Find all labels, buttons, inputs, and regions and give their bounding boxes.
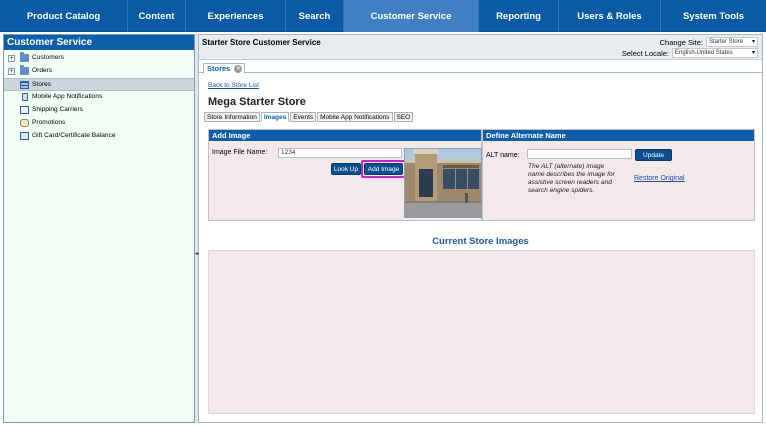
image-file-name-label: Image File Name:	[212, 149, 268, 156]
change-site-label: Change Site:	[659, 37, 703, 47]
back-to-store-list-link[interactable]: Back to Store List	[208, 82, 259, 89]
update-button[interactable]: Update	[635, 149, 672, 161]
look-up-button[interactable]: Look Up	[331, 163, 361, 175]
select-locale-select[interactable]: English-United States ▾	[672, 48, 758, 58]
alt-name-label: ALT name:	[486, 152, 520, 159]
restore-original-link[interactable]: Restore Original	[634, 175, 685, 182]
sidebar-tree: + Customers + Orders Stores Mobile App N…	[4, 50, 194, 143]
alt-help-line: The ALT (alternate) image	[528, 163, 605, 170]
change-site-select[interactable]: Starter Store ▾	[706, 37, 758, 47]
add-image-header: Add Image	[209, 130, 481, 141]
add-image-panel: Add Image Image File Name: 1234 Look Up …	[208, 129, 482, 221]
tab-mobile-app-notifications[interactable]: Mobile App Notifications	[317, 112, 393, 122]
tab-seo[interactable]: SEO	[393, 112, 414, 122]
alt-help-line: assistive screen readers and	[528, 179, 612, 186]
sidebar-item-label: Gift Card/Certificate Balance	[32, 132, 116, 139]
select-locale-value: English-United States	[675, 50, 733, 56]
gift-card-icon	[20, 132, 29, 140]
tab-store-information[interactable]: Store Information	[204, 112, 260, 122]
sidebar-item-shipping-carriers[interactable]: Shipping Carriers	[4, 104, 194, 117]
sidebar-item-label: Shipping Carriers	[32, 106, 83, 113]
nav-search[interactable]: Search	[286, 0, 344, 32]
document-tabs: Stores ×	[199, 61, 762, 74]
chevron-down-icon: ▾	[751, 39, 755, 45]
nav-product-catalog[interactable]: Product Catalog	[0, 0, 128, 32]
promotion-icon	[20, 119, 29, 127]
tab-images[interactable]: Images	[260, 112, 290, 122]
sidebar-item-gift-card-balance[interactable]: Gift Card/Certificate Balance	[4, 130, 194, 143]
alternate-name-panel: Define Alternate Name ALT name: Update T…	[482, 129, 755, 221]
alt-help-line: search engine spiders.	[528, 187, 595, 194]
sidebar-item-label: Orders	[32, 67, 53, 74]
current-store-images-area	[208, 250, 755, 414]
sidebar-item-label: Mobile App Notifications	[32, 93, 103, 100]
image-file-name-input[interactable]: 1234	[278, 148, 402, 158]
chevron-down-icon: ▾	[751, 50, 755, 56]
tab-events[interactable]: Events	[290, 112, 317, 122]
nav-reporting[interactable]: Reporting	[479, 0, 559, 32]
select-locale-label: Select Locale:	[621, 48, 669, 58]
top-navigation: Product Catalog Content Experiences Sear…	[0, 0, 766, 32]
main-header: Starter Store Customer Service Change Si…	[199, 35, 762, 60]
tab-stores[interactable]: Stores ×	[203, 63, 246, 74]
store-building-image	[405, 149, 481, 217]
sidebar-title: Customer Service	[4, 35, 194, 50]
main-panel: Starter Store Customer Service Change Si…	[198, 34, 763, 423]
folder-icon	[20, 65, 29, 75]
nav-users-roles[interactable]: Users & Roles	[559, 0, 661, 32]
sidebar-item-label: Stores	[32, 81, 52, 88]
store-image-preview	[404, 148, 482, 218]
page-title: Starter Store Customer Service	[202, 38, 321, 47]
nav-content[interactable]: Content	[128, 0, 186, 32]
alt-name-input[interactable]	[527, 149, 632, 159]
store-name: Mega Starter Store	[208, 96, 306, 108]
nav-customer-service[interactable]: Customer Service	[344, 0, 479, 32]
store-icon	[20, 81, 29, 89]
store-subtabs: Store Information Images Events Mobile A…	[204, 112, 414, 122]
mobile-phone-icon	[22, 93, 28, 101]
nav-experiences[interactable]: Experiences	[186, 0, 286, 32]
expand-icon[interactable]: +	[8, 68, 15, 75]
alt-help-line: name describes the image for	[528, 171, 615, 178]
sidebar-item-label: Promotions	[32, 119, 66, 126]
close-icon[interactable]: ×	[234, 65, 243, 73]
expand-icon[interactable]: +	[8, 55, 15, 62]
sidebar: Customer Service + Customers + Orders St…	[3, 34, 195, 423]
change-site-control: Change Site: Starter Store ▾	[660, 37, 758, 47]
sidebar-item-customers[interactable]: + Customers	[4, 52, 194, 65]
shipping-icon	[20, 106, 29, 114]
sidebar-item-label: Customers	[32, 54, 64, 61]
select-locale-control: Select Locale: English-United States ▾	[622, 48, 758, 58]
sidebar-item-stores[interactable]: Stores	[4, 78, 194, 91]
sidebar-item-orders[interactable]: + Orders	[4, 65, 194, 78]
change-site-value: Starter Store	[709, 39, 744, 45]
alternate-name-header: Define Alternate Name	[483, 130, 754, 141]
nav-system-tools[interactable]: System Tools	[661, 0, 766, 32]
tab-stores-label: Stores	[207, 64, 231, 73]
current-store-images-title: Current Store Images	[432, 236, 529, 247]
sidebar-item-promotions[interactable]: Promotions	[4, 117, 194, 130]
folder-icon	[20, 52, 29, 62]
sidebar-item-mobile-app-notifications[interactable]: Mobile App Notifications	[4, 91, 194, 104]
add-image-button[interactable]: Add Image	[364, 163, 403, 175]
alt-name-help: The ALT (alternate) image name describes…	[528, 163, 636, 195]
